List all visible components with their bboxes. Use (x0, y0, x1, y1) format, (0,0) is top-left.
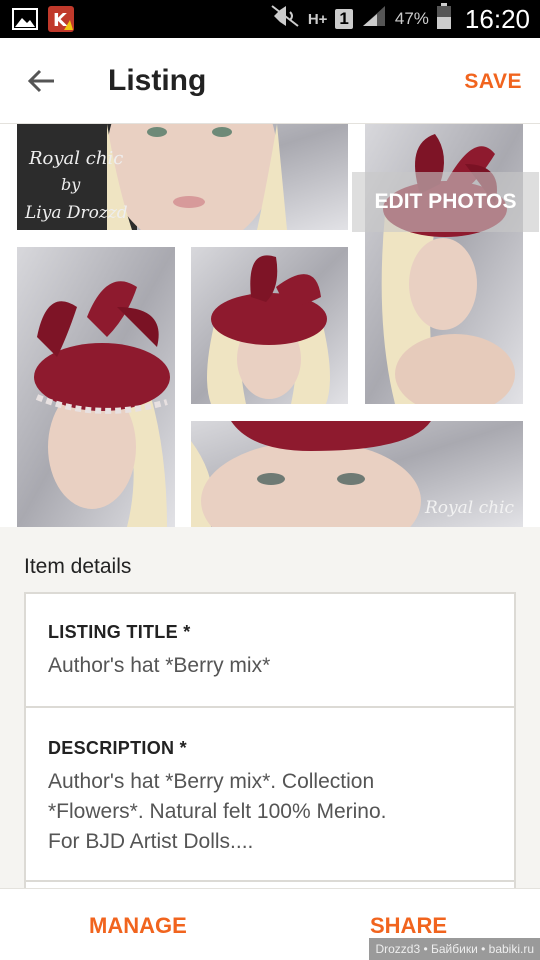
bottom-bar: MANAGE SHARE Drozzd3 • Байбики • babiki.… (0, 888, 540, 960)
k-app-icon: K (48, 6, 74, 37)
sim-icon: 1 (335, 9, 353, 29)
photo-doll-small (191, 247, 348, 404)
item-details-heading: Item details (24, 555, 132, 578)
photo-face-closeup: Royal chic by Liya Drozzd (17, 124, 348, 230)
watermark-bottom: Royal chic (424, 498, 515, 518)
description-value: Author's hat *Berry mix*. Collection *Fl… (48, 770, 387, 853)
description-field[interactable]: DESCRIPTION * Author's hat *Berry mix*. … (24, 706, 516, 882)
page-title: Listing (108, 64, 207, 97)
photo-collage[interactable]: Royal chic by Liya Drozzd Royal chic EDI… (0, 124, 540, 527)
photo-doll-profile (365, 124, 523, 404)
watermark-line-2: by (61, 175, 81, 194)
signal-icon (361, 4, 387, 34)
manage-button[interactable]: MANAGE (89, 913, 187, 939)
photo-doll-front (17, 247, 175, 527)
edit-photos-button[interactable]: EDIT PHOTOS (352, 172, 539, 232)
mute-icon (270, 4, 300, 34)
listing-title-field[interactable]: LISTING TITLE * Author's hat *Berry mix* (24, 592, 516, 708)
clock: 16:20 (464, 3, 530, 34)
listing-title-label: LISTING TITLE * (48, 622, 191, 642)
watermark-line-3: Liya Drozzd (24, 203, 128, 223)
photo-face-hat: Royal chic (191, 421, 523, 527)
listing-title-value: Author's hat *Berry mix* (48, 654, 271, 677)
share-button[interactable]: SHARE (370, 913, 447, 939)
site-watermark: Drozzd3 • Байбики • babiki.ru (369, 938, 540, 960)
network-icon: H+ (307, 10, 328, 28)
status-bar: K H+ 1 47% 16:20 (0, 0, 540, 38)
description-label: DESCRIPTION * (48, 738, 187, 758)
arrow-left-icon (27, 69, 54, 93)
watermark-line-1: Royal chic (28, 148, 123, 169)
battery-percent: 47% (394, 9, 429, 28)
image-icon (12, 8, 38, 35)
back-button[interactable] (26, 64, 60, 98)
battery-icon (436, 3, 451, 35)
save-button[interactable]: SAVE (464, 70, 522, 94)
app-bar: Listing SAVE (0, 38, 540, 124)
